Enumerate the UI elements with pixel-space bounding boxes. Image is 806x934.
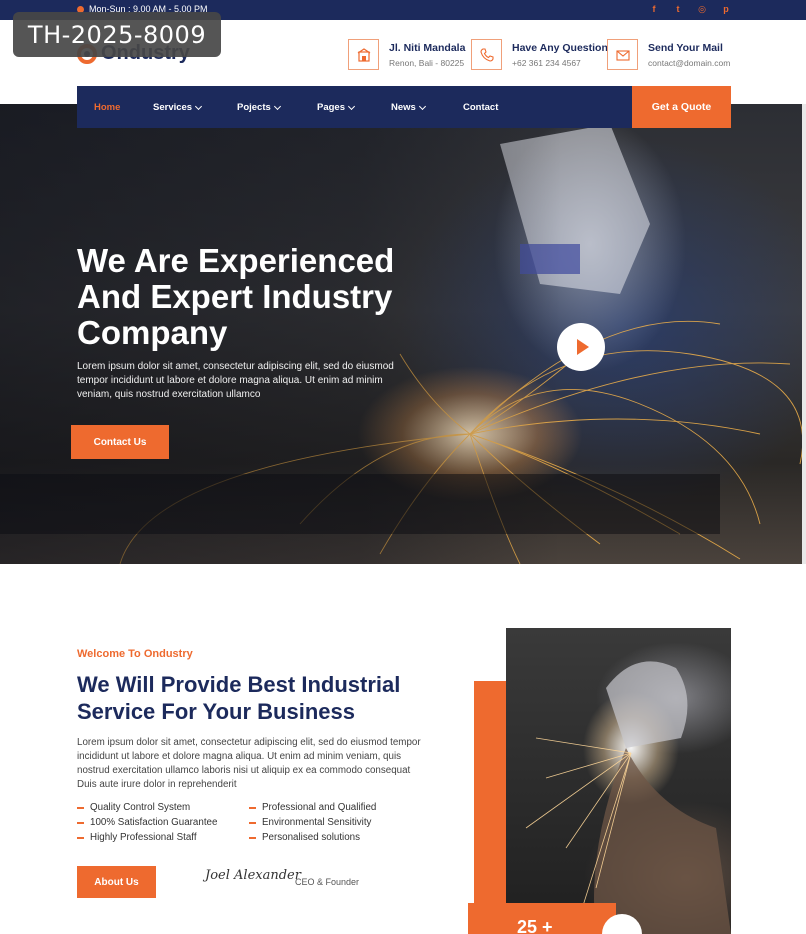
contact-us-button[interactable]: Contact Us (71, 425, 169, 459)
instagram-icon[interactable]: ◎ (696, 3, 708, 15)
welder-photo (506, 628, 731, 934)
feature-item: Personalised solutions (249, 832, 427, 843)
phone-icon (471, 39, 502, 70)
nav-contact[interactable]: Contact (463, 102, 498, 113)
welder-illustration (525, 661, 731, 934)
chevron-down-icon (418, 102, 426, 110)
nav-news-label: News (391, 102, 416, 113)
about-title: We Will Provide Best Industrial Service … (77, 672, 401, 724)
feature-label: Personalised solutions (262, 832, 361, 843)
chevron-down-icon (195, 102, 203, 110)
mail-info: Send Your Mail contact@domain.com (607, 39, 730, 70)
dash-icon (77, 821, 84, 824)
play-video-button[interactable] (557, 323, 605, 371)
address-title: Jl. Niti Mandala (389, 41, 466, 54)
experience-stat: 25 + (468, 903, 616, 934)
building-icon (348, 39, 379, 70)
get-quote-button[interactable]: Get a Quote (632, 86, 731, 128)
about-us-button[interactable]: About Us (77, 866, 156, 898)
nav-home[interactable]: Home (94, 102, 120, 113)
nav-home-label: Home (94, 102, 121, 113)
nav-services-label: Services (153, 102, 193, 113)
feature-item: Highly Professional Staff (77, 832, 249, 843)
phone-info: Have Any Question +62 361 234 4567 (471, 39, 608, 70)
feature-label: 100% Satisfaction Guarantee (90, 817, 218, 828)
dash-icon (77, 806, 84, 809)
mail-title: Send Your Mail (648, 41, 723, 54)
nav-projects-label: Pojects (237, 102, 271, 113)
ceo-signature: Joel Alexander (205, 868, 301, 883)
twitter-icon[interactable]: t (672, 3, 684, 15)
nav-pages-label: Pages (317, 102, 345, 113)
dash-icon (249, 806, 256, 809)
nav-projects[interactable]: Pojects (237, 102, 281, 113)
phone-title: Have Any Question (512, 41, 608, 54)
nav-contact-label: Contact (463, 102, 499, 113)
feature-item: Quality Control System (77, 802, 249, 813)
id-badge: TH-2025-8009 (13, 12, 221, 57)
chevron-down-icon (273, 102, 281, 110)
about-kicker: Welcome To Ondustry (77, 648, 193, 660)
scrollbar[interactable] (802, 104, 806, 564)
address-info: Jl. Niti Mandala Renon, Bali - 80225 (348, 39, 465, 70)
feature-label: Quality Control System (90, 802, 191, 813)
phone-number[interactable]: +62 361 234 4567 (512, 58, 608, 68)
nav-pages[interactable]: Pages (317, 102, 356, 113)
hero-title: We Are Experienced And Expert Industry C… (77, 242, 395, 351)
main-nav: Home Services Pojects Pages News Contact… (77, 86, 731, 128)
pinterest-icon[interactable]: p (720, 3, 732, 15)
feature-item: Environmental Sensitivity (249, 817, 427, 828)
dash-icon (249, 836, 256, 839)
social-links: f t ◎ p (648, 3, 732, 15)
facebook-icon[interactable]: f (648, 3, 660, 15)
about-text: Lorem ipsum dolor sit amet, consectetur … (77, 737, 421, 790)
nav-news[interactable]: News (391, 102, 426, 113)
ceo-role: CEO & Founder (295, 877, 360, 887)
feature-item: Professional and Qualified (249, 802, 427, 813)
feature-label: Professional and Qualified (262, 802, 377, 813)
dash-icon (249, 821, 256, 824)
hero-text: Lorem ipsum dolor sit amet, consectetur … (77, 361, 394, 400)
nav-services[interactable]: Services (153, 102, 203, 113)
feature-list: Quality Control System Professional and … (77, 802, 427, 843)
mail-address[interactable]: contact@domain.com (648, 58, 730, 68)
dash-icon (77, 836, 84, 839)
hero-section: We Are Experienced And Expert Industry C… (0, 104, 802, 564)
mail-icon (607, 39, 638, 70)
decorative-bar (474, 681, 506, 911)
feature-item: 100% Satisfaction Guarantee (77, 817, 249, 828)
feature-label: Environmental Sensitivity (262, 817, 372, 828)
feature-label: Highly Professional Staff (90, 832, 197, 843)
chevron-down-icon (347, 102, 356, 110)
play-icon (577, 339, 589, 355)
address-sub: Renon, Bali - 80225 (389, 57, 465, 68)
